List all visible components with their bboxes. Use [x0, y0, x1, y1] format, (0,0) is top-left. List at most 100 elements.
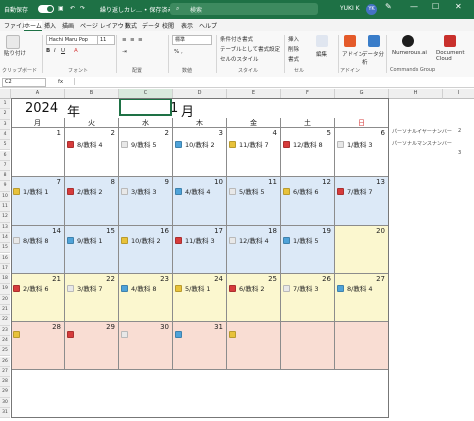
calendar-day-cell[interactable]: 3 10/教科 2 [173, 128, 227, 177]
wrap-icon[interactable]: ⇥ [122, 49, 127, 55]
tab-insert[interactable]: 挿入 [44, 21, 56, 30]
calendar-day-cell[interactable]: 2 9/教科 5 [119, 128, 173, 177]
numerous-icon[interactable] [402, 35, 414, 47]
analyze-icon[interactable] [368, 35, 380, 47]
save-icon[interactable]: ▣ [58, 5, 64, 12]
format-button[interactable]: 書式 [288, 55, 299, 63]
row-header[interactable]: 15 [0, 243, 10, 254]
cell-style-button[interactable]: セルのスタイル [220, 55, 259, 63]
align-left-icon[interactable]: ≡ [122, 37, 127, 43]
document-cloud-icon[interactable] [444, 35, 456, 47]
calendar-day-cell[interactable]: 5 12/教科 8 [281, 128, 335, 177]
row-header[interactable]: 12 [0, 212, 10, 223]
calendar-day-cell[interactable]: 22 3/教科 7 [65, 274, 119, 322]
calendar-day-cell[interactable]: 6 1/教科 3 [335, 128, 389, 177]
name-box[interactable]: C2 [2, 78, 46, 87]
calendar-day-cell[interactable]: 11 5/教科 5 [227, 177, 281, 226]
paste-icon[interactable] [6, 35, 20, 49]
column-header[interactable]: G [335, 89, 389, 99]
calendar-day-cell[interactable]: 19 1/教科 5 [281, 226, 335, 274]
row-header[interactable]: 7 [0, 160, 10, 172]
calendar-day-cell[interactable]: 21 2/教科 6 [11, 274, 65, 322]
calendar-day-cell[interactable]: 30 [119, 322, 173, 370]
row-header[interactable]: 4 [0, 129, 10, 141]
calendar-day-cell[interactable] [227, 322, 281, 370]
row-header[interactable]: 21 [0, 305, 10, 316]
tab-review[interactable]: 校閲 [162, 21, 174, 30]
calendar-day-cell[interactable]: 2 8/教科 4 [65, 128, 119, 177]
font-size-select[interactable]: 11 [97, 35, 115, 45]
underline-button[interactable]: U [61, 48, 65, 54]
file-name[interactable]: 繰り返しカレ… • 保存済み [100, 5, 173, 14]
pen-icon[interactable]: ✎ [385, 2, 392, 11]
row-header[interactable]: 11 [0, 202, 10, 213]
conditional-format-button[interactable]: 条件付き書式 [220, 35, 253, 43]
row-header[interactable]: 19 [0, 284, 10, 295]
calendar-day-cell[interactable]: 26 7/教科 3 [281, 274, 335, 322]
addins-button[interactable]: アドイン [342, 50, 364, 58]
column-header[interactable]: D [173, 89, 227, 99]
row-header[interactable]: 2 [0, 109, 10, 120]
column-header[interactable]: F [281, 89, 335, 99]
select-all-corner[interactable] [0, 89, 11, 99]
calendar-day-cell[interactable] [281, 322, 335, 370]
calendar-day-cell[interactable]: 27 8/教科 4 [335, 274, 389, 322]
row-header[interactable]: 17 [0, 263, 10, 275]
column-header[interactable]: E [227, 89, 281, 99]
calendar-day-cell[interactable]: 13 7/教科 7 [335, 177, 389, 226]
align-right-icon[interactable]: ≡ [138, 37, 143, 43]
row-header[interactable]: 9 [0, 181, 10, 192]
calendar-day-cell[interactable]: 23 4/教科 8 [119, 274, 173, 322]
row-header[interactable]: 31 [0, 408, 10, 419]
search-box[interactable]: ⌕ 検索 [170, 3, 318, 15]
calendar-day-cell[interactable]: 28 [11, 322, 65, 370]
font-name-select[interactable]: Hachi Maru Pop [46, 35, 98, 45]
calendar-day-cell[interactable]: 14 8/教科 8 [11, 226, 65, 274]
addins-icon[interactable] [344, 35, 356, 47]
percent-icon[interactable]: % , [174, 49, 183, 55]
undo-icon[interactable]: ↶ [70, 5, 75, 12]
row-header[interactable]: 1 [0, 99, 10, 110]
calendar-day-cell[interactable]: 12 6/教科 6 [281, 177, 335, 226]
calendar-day-cell[interactable]: 15 9/教科 1 [65, 226, 119, 274]
row-header[interactable]: 22 [0, 315, 10, 326]
calendar-day-cell[interactable]: 4 11/教科 7 [227, 128, 281, 177]
row-header[interactable]: 6 [0, 150, 10, 161]
selected-cell[interactable] [119, 98, 172, 116]
table-format-button[interactable]: テーブルとして書式設定 [220, 45, 280, 53]
calendar-day-cell[interactable]: 17 11/教科 3 [173, 226, 227, 274]
close-icon[interactable]: ✕ [455, 2, 462, 11]
tab-help[interactable]: ヘルプ [199, 21, 217, 30]
font-color-icon[interactable]: A [74, 48, 78, 54]
paste-button[interactable]: 貼り付け [4, 49, 26, 57]
analyze-data-button[interactable]: データ分析 [362, 50, 384, 66]
editing-button[interactable]: 編集 [316, 50, 327, 58]
calendar-day-cell[interactable]: 8 2/教科 2 [65, 177, 119, 226]
row-header[interactable]: 18 [0, 274, 10, 285]
calendar-day-cell[interactable]: 16 10/教科 2 [119, 226, 173, 274]
row-header[interactable]: 14 [0, 232, 10, 244]
bold-button[interactable]: B [46, 48, 50, 54]
calendar-day-cell[interactable]: 10 4/教科 4 [173, 177, 227, 226]
number-format-select[interactable]: 標準 [172, 35, 212, 45]
maximize-icon[interactable]: ☐ [432, 2, 439, 11]
calendar-day-cell[interactable]: 31 [173, 322, 227, 370]
calendar-day-cell[interactable]: 9 3/教科 3 [119, 177, 173, 226]
insert-button[interactable]: 挿入 [288, 35, 299, 43]
calendar-day-cell[interactable]: 7 1/教科 1 [11, 177, 65, 226]
tab-data[interactable]: データ [142, 21, 160, 30]
autosave-toggle[interactable] [38, 5, 54, 13]
tab-draw[interactable]: 描画 [62, 21, 74, 30]
row-header[interactable]: 24 [0, 335, 10, 347]
row-header[interactable]: 3 [0, 119, 10, 130]
row-header[interactable]: 5 [0, 140, 10, 151]
column-header[interactable]: H [389, 89, 443, 99]
align-center-icon[interactable]: ≡ [130, 37, 135, 43]
row-header[interactable]: 20 [0, 294, 10, 305]
fx-icon[interactable]: fx [58, 79, 63, 85]
calendar-day-cell[interactable]: 18 12/教科 4 [227, 226, 281, 274]
row-header[interactable]: 27 [0, 366, 10, 378]
column-header[interactable]: A [11, 89, 65, 99]
row-header[interactable]: 29 [0, 387, 10, 398]
calendar-day-cell[interactable] [335, 322, 389, 370]
